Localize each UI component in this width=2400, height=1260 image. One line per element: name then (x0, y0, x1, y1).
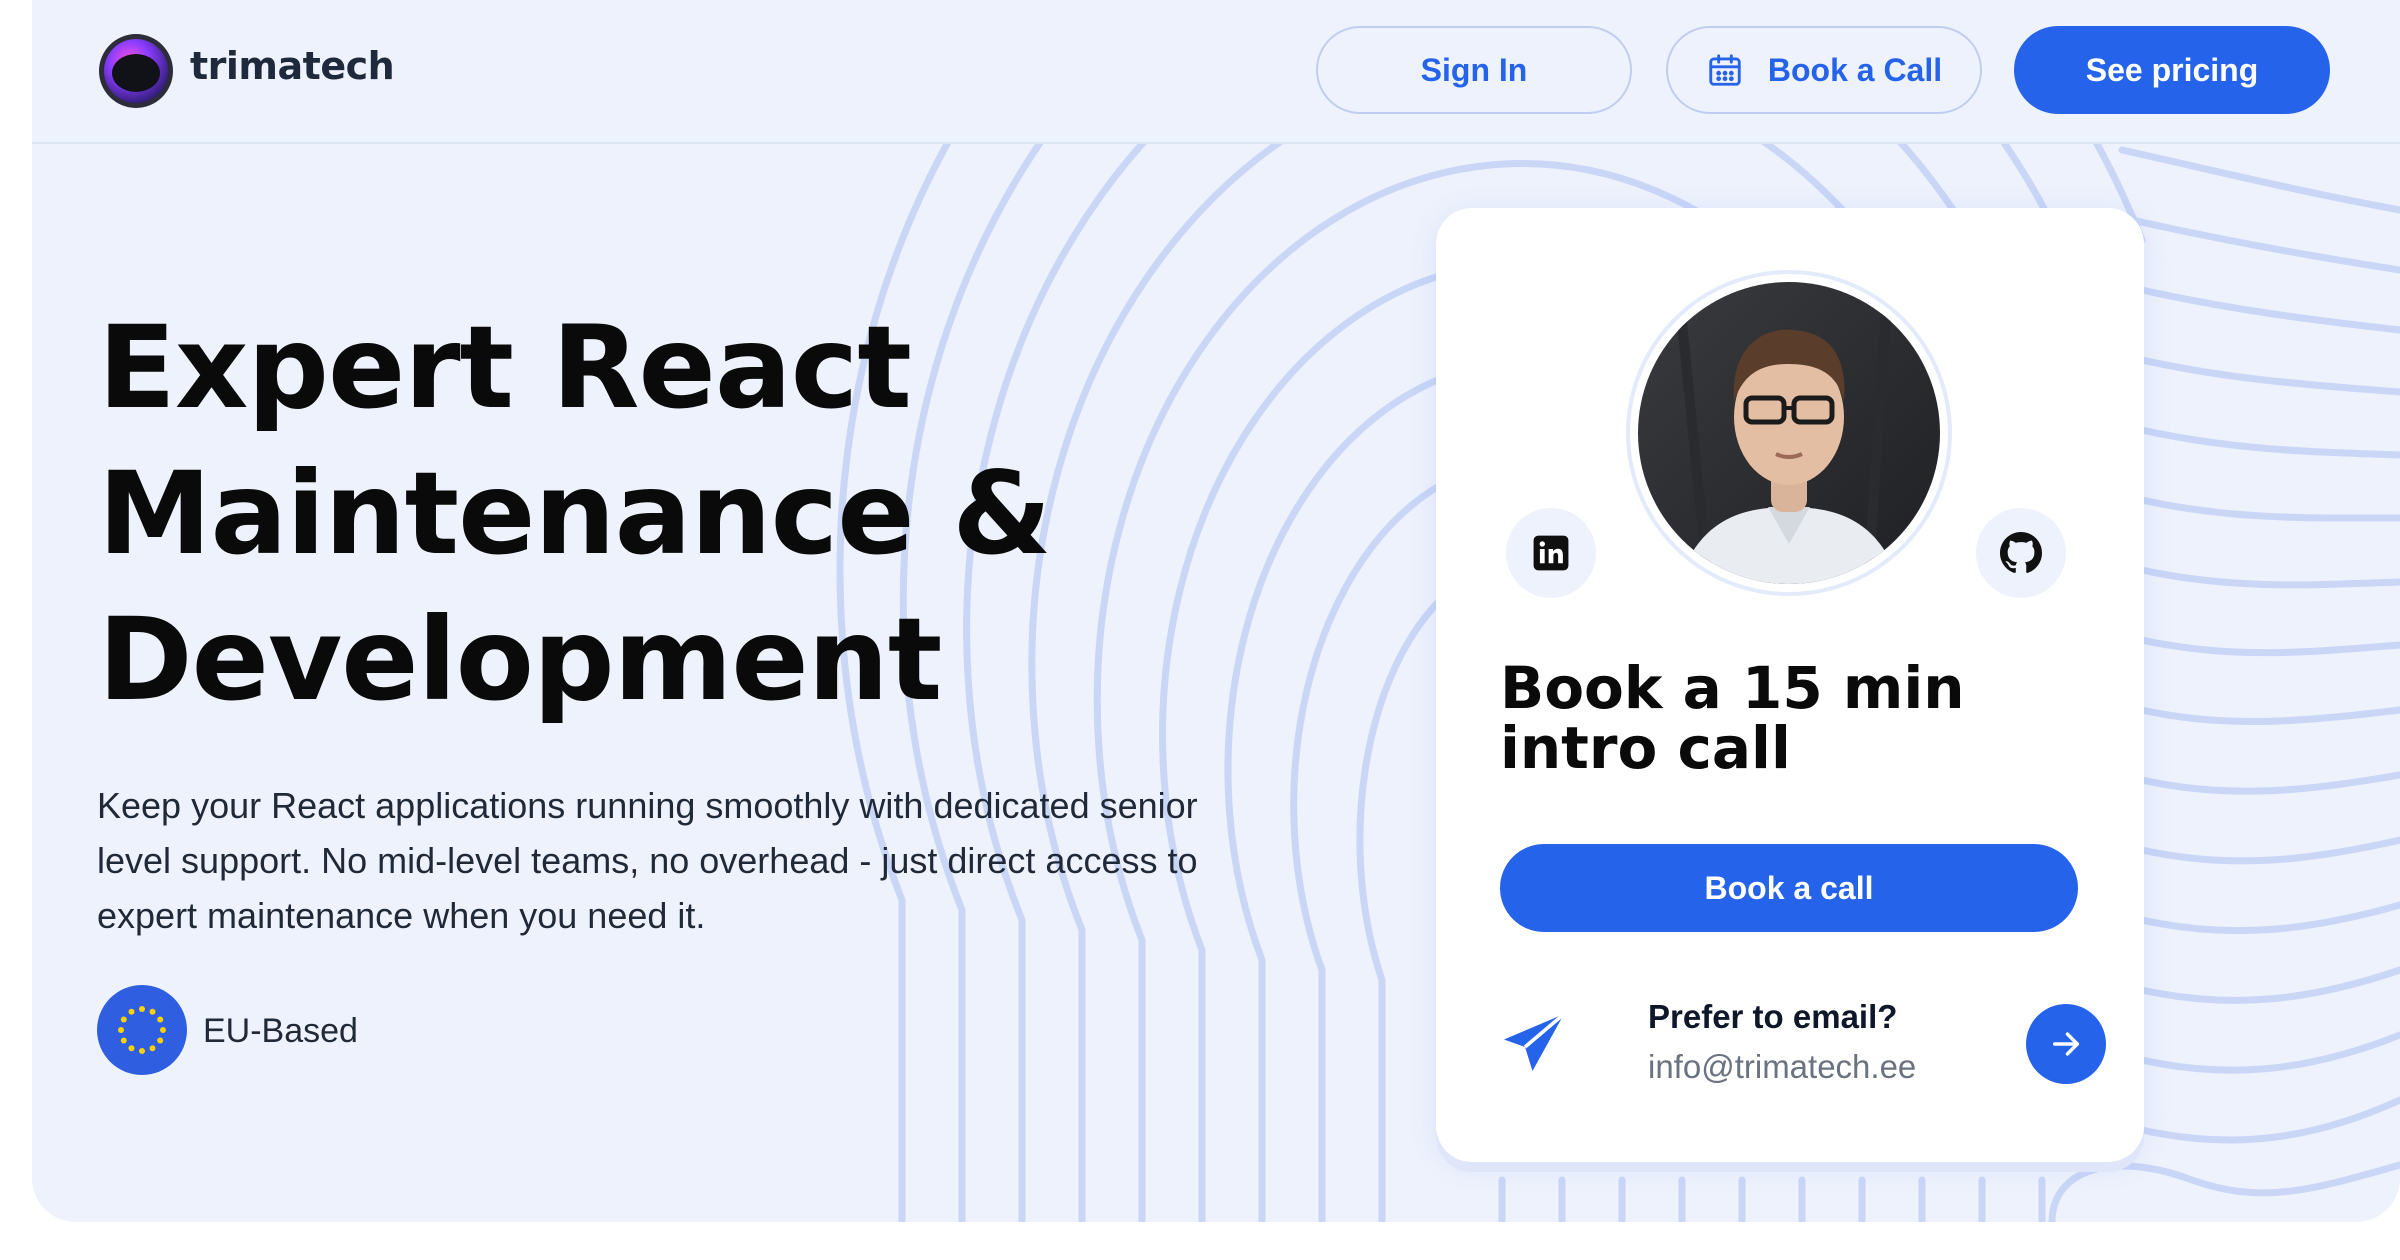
card-title-line-2: intro call (1500, 714, 1791, 782)
email-arrow-button[interactable] (2026, 1004, 2106, 1084)
linkedin-icon (1533, 535, 1569, 571)
hero-description: Keep your React applications running smo… (97, 785, 1198, 936)
github-icon (2000, 532, 2042, 573)
top-navigation-bar: trimatech Sign In Book a Call See pricin… (32, 0, 2400, 144)
hero-title-line-3: Development (98, 593, 942, 726)
email-address-link[interactable]: info@trimatech.ee (1648, 1048, 1916, 1086)
avatar (1630, 274, 1948, 592)
book-a-call-nav-button[interactable]: Book a Call (1666, 26, 1982, 114)
hero-title: Expert React Maintenance & Development (98, 295, 1052, 733)
arrow-right-icon (2052, 1032, 2080, 1056)
calendar-icon (1709, 54, 1741, 86)
card-title: Book a 15 min intro call (1500, 658, 1965, 778)
linkedin-button[interactable] (1506, 508, 1596, 598)
sign-in-label: Sign In (1420, 51, 1528, 88)
book-a-call-nav-label: Book a Call (1767, 51, 1943, 88)
eu-based-label: EU-Based (203, 1012, 358, 1050)
hero-title-line-2: Maintenance & (98, 447, 1052, 580)
see-pricing-button[interactable]: See pricing (2014, 26, 2330, 114)
card-title-line-1: Book a 15 min (1500, 654, 1965, 722)
github-button[interactable] (1976, 508, 2066, 598)
eu-flag-icon (97, 985, 187, 1075)
paper-plane-icon (1504, 1012, 1566, 1071)
intro-call-card: Book a 15 min intro call Book a call Pre… (1436, 208, 2144, 1162)
sign-in-button[interactable]: Sign In (1316, 26, 1632, 114)
profile-photo (1638, 282, 1940, 584)
see-pricing-label: See pricing (2085, 51, 2259, 88)
brand-name[interactable]: trimatech (190, 44, 395, 88)
hero-title-line-1: Expert React (98, 301, 912, 434)
book-a-call-card-label: Book a call (1704, 869, 1874, 906)
book-a-call-card-button[interactable]: Book a call (1500, 844, 2078, 932)
page-panel: trimatech Sign In Book a Call See pricin… (32, 0, 2400, 1222)
trimatech-logo-icon[interactable] (97, 32, 175, 110)
email-prompt: Prefer to email? (1648, 998, 1898, 1035)
